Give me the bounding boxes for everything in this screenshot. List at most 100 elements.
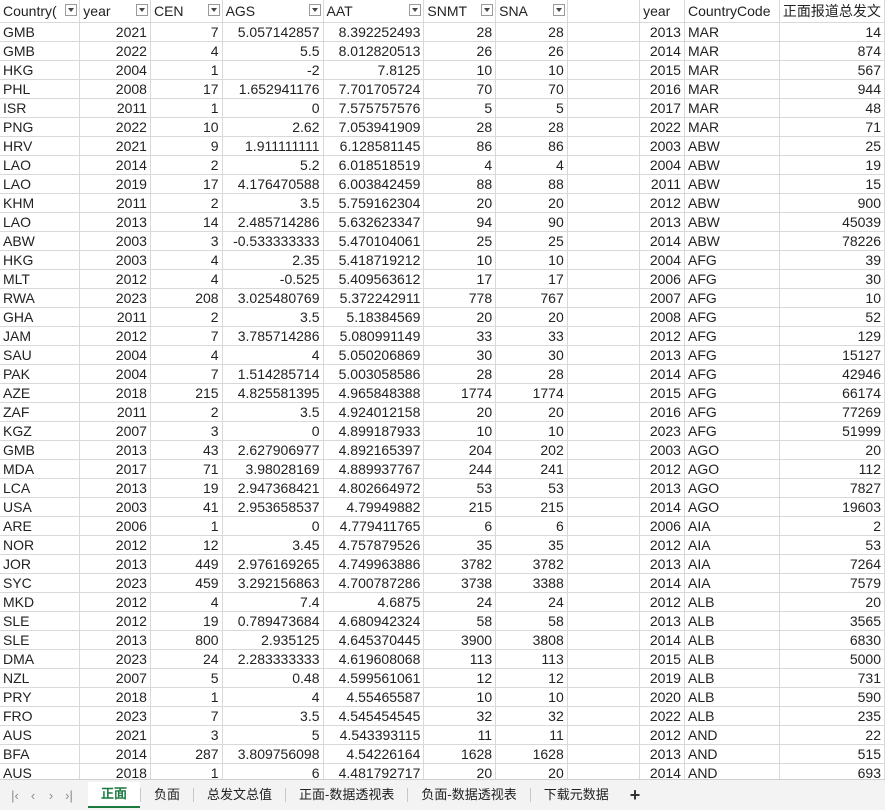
data-cell[interactable]: 2015 <box>639 649 685 669</box>
data-cell[interactable]: 800 <box>150 630 223 650</box>
data-cell[interactable]: AFG <box>684 250 780 270</box>
data-cell[interactable]: 3782 <box>423 554 497 574</box>
data-cell[interactable]: ISR <box>0 98 81 118</box>
data-cell[interactable]: 70 <box>495 79 568 99</box>
data-cell[interactable]: 2022 <box>639 706 685 726</box>
data-cell[interactable]: 3808 <box>495 630 568 650</box>
data-cell[interactable]: AFG <box>684 421 780 441</box>
data-cell[interactable]: 2011 <box>79 193 151 213</box>
sheet-tab[interactable]: 正面 <box>88 782 141 808</box>
data-cell[interactable]: 2017 <box>79 459 151 479</box>
data-cell[interactable]: MDA <box>0 459 81 479</box>
data-cell[interactable]: 2014 <box>639 41 685 61</box>
data-cell[interactable]: 2.976169265 <box>222 554 324 574</box>
data-cell[interactable]: 767 <box>495 288 568 308</box>
data-cell[interactable]: 4 <box>150 345 223 365</box>
data-cell[interactable]: 33 <box>495 326 568 346</box>
data-cell[interactable]: 22 <box>779 725 885 745</box>
data-cell[interactable]: 3.98028169 <box>222 459 324 479</box>
data-cell[interactable]: 20 <box>495 402 568 422</box>
data-cell[interactable]: 2011 <box>79 98 151 118</box>
data-cell[interactable]: ABW <box>684 155 780 175</box>
data-cell[interactable]: 6.018518519 <box>323 155 425 175</box>
data-cell[interactable]: 4.749963886 <box>323 554 425 574</box>
data-cell[interactable]: 51999 <box>779 421 885 441</box>
data-cell[interactable]: 53 <box>495 478 568 498</box>
data-cell[interactable]: PRY <box>0 687 81 707</box>
filter-dropdown-icon[interactable] <box>481 4 494 16</box>
data-cell[interactable]: 12 <box>423 668 497 688</box>
data-cell[interactable]: 4 <box>150 269 223 289</box>
data-cell[interactable]: 2022 <box>79 117 151 137</box>
data-cell[interactable]: ALB <box>684 630 780 650</box>
data-cell[interactable]: 1 <box>150 687 223 707</box>
data-cell[interactable]: 2014 <box>79 155 151 175</box>
header-cell[interactable]: Country( <box>0 0 81 23</box>
data-cell[interactable]: 2022 <box>639 117 685 137</box>
header-cell[interactable]: SNA <box>495 0 568 23</box>
data-cell[interactable]: 94 <box>423 212 497 232</box>
filter-dropdown-icon[interactable] <box>308 4 321 16</box>
data-cell[interactable]: 10 <box>495 687 568 707</box>
data-cell[interactable]: MAR <box>684 41 780 61</box>
data-cell[interactable]: 2.35 <box>222 250 324 270</box>
data-cell[interactable]: 2016 <box>639 79 685 99</box>
data-cell[interactable]: 2 <box>779 516 885 536</box>
data-cell[interactable]: 88 <box>423 174 497 194</box>
data-cell[interactable]: 2021 <box>79 725 151 745</box>
data-cell[interactable]: 5.050206869 <box>323 345 425 365</box>
data-cell[interactable]: 20 <box>495 193 568 213</box>
data-cell[interactable]: 2012 <box>79 326 151 346</box>
data-cell[interactable]: 28 <box>423 22 497 42</box>
data-cell[interactable]: 1 <box>150 98 223 118</box>
data-cell[interactable]: 208 <box>150 288 223 308</box>
data-cell[interactable]: 235 <box>779 706 885 726</box>
data-cell[interactable]: 17 <box>150 79 223 99</box>
data-cell[interactable]: 215 <box>495 497 568 517</box>
data-cell[interactable]: 28 <box>495 22 568 42</box>
data-cell[interactable]: NZL <box>0 668 81 688</box>
data-cell[interactable]: KHM <box>0 193 81 213</box>
data-cell[interactable]: 2017 <box>639 98 685 118</box>
data-cell[interactable]: 4 <box>150 41 223 61</box>
add-sheet-button[interactable]: + <box>630 785 641 806</box>
data-cell[interactable]: 20 <box>423 402 497 422</box>
empty-cell[interactable] <box>567 497 641 517</box>
data-cell[interactable]: 20 <box>495 307 568 327</box>
data-cell[interactable]: 2015 <box>639 60 685 80</box>
data-cell[interactable]: 5 <box>495 98 568 118</box>
header-cell[interactable]: 正面报道总发文 <box>779 0 885 23</box>
empty-cell[interactable] <box>567 459 641 479</box>
data-cell[interactable]: 2019 <box>639 668 685 688</box>
data-cell[interactable]: 90 <box>495 212 568 232</box>
header-cell[interactable]: year <box>639 0 685 23</box>
empty-cell[interactable] <box>567 573 641 593</box>
data-cell[interactable]: 24 <box>150 649 223 669</box>
data-cell[interactable]: MKD <box>0 592 81 612</box>
header-cell[interactable]: CountryCode <box>684 0 780 23</box>
data-cell[interactable]: 41 <box>150 497 223 517</box>
data-cell[interactable]: 53 <box>423 478 497 498</box>
data-cell[interactable]: 39 <box>779 250 885 270</box>
data-cell[interactable]: 2018 <box>79 687 151 707</box>
data-cell[interactable]: 4.54226164 <box>323 744 425 764</box>
data-cell[interactable]: 17 <box>150 174 223 194</box>
empty-cell[interactable] <box>567 288 641 308</box>
data-cell[interactable]: 5.372242911 <box>323 288 425 308</box>
data-cell[interactable]: 900 <box>779 193 885 213</box>
data-cell[interactable]: 3.025480769 <box>222 288 324 308</box>
data-cell[interactable]: SLE <box>0 611 81 631</box>
data-cell[interactable]: 515 <box>779 744 885 764</box>
data-cell[interactable]: 2016 <box>639 402 685 422</box>
data-cell[interactable]: 2014 <box>639 630 685 650</box>
empty-cell[interactable] <box>567 231 641 251</box>
prev-sheet-icon[interactable]: ‹ <box>24 788 42 803</box>
data-cell[interactable]: 19603 <box>779 497 885 517</box>
data-cell[interactable]: 2003 <box>639 136 685 156</box>
data-cell[interactable]: 2008 <box>79 79 151 99</box>
filter-dropdown-icon[interactable] <box>65 4 78 16</box>
empty-cell[interactable] <box>567 630 641 650</box>
data-cell[interactable]: LAO <box>0 212 81 232</box>
data-cell[interactable]: 5.418719212 <box>323 250 425 270</box>
data-cell[interactable]: 0 <box>222 516 324 536</box>
